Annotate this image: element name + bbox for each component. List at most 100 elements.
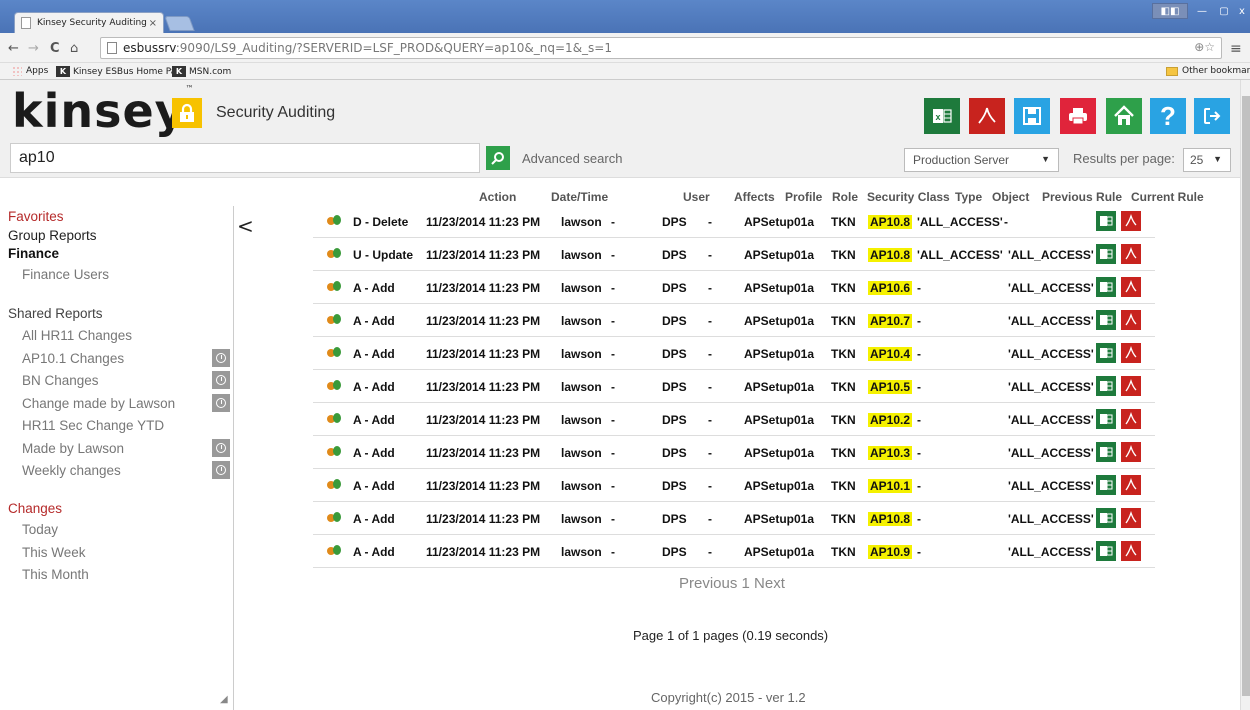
column-header[interactable]: Previous Rule bbox=[1042, 190, 1122, 204]
sidebar-item-finance[interactable]: Finance bbox=[8, 246, 59, 261]
row-pdf-button[interactable] bbox=[1121, 442, 1141, 462]
results-per-page-select[interactable]: 25 ▼ bbox=[1183, 148, 1231, 172]
logout-button[interactable] bbox=[1194, 98, 1230, 134]
server-select[interactable]: Production Server ▼ bbox=[904, 148, 1059, 172]
row-excel-button[interactable] bbox=[1096, 475, 1116, 495]
new-tab-button[interactable] bbox=[164, 16, 195, 31]
sidebar-item-finance-users[interactable]: Finance Users bbox=[22, 267, 109, 282]
print-button[interactable] bbox=[1060, 98, 1096, 134]
home-button[interactable] bbox=[1106, 98, 1142, 134]
sidebar-item-shared-report[interactable]: Change made by Lawson bbox=[22, 396, 175, 411]
back-icon[interactable]: ← bbox=[8, 41, 19, 56]
column-header[interactable]: Affects bbox=[734, 190, 775, 204]
forward-icon[interactable]: → bbox=[28, 41, 39, 56]
table-row[interactable]: U - Update 11/23/2014 11:23 PM lawson - … bbox=[313, 239, 1155, 271]
bookmark-esbus[interactable]: K Kinsey ESBus Home Pa... bbox=[56, 66, 185, 77]
reload-icon[interactable]: C bbox=[50, 41, 60, 56]
column-header[interactable]: Security Class bbox=[867, 190, 950, 204]
row-excel-button[interactable] bbox=[1096, 541, 1116, 561]
sidebar-item-today[interactable]: Today bbox=[22, 522, 58, 537]
sidebar-item-shared-report[interactable]: All HR11 Changes bbox=[22, 328, 132, 343]
search-input[interactable] bbox=[10, 143, 480, 173]
minimize-button[interactable]: — bbox=[1192, 3, 1212, 19]
sidebar-item-shared-report[interactable]: HR11 Sec Change YTD bbox=[22, 418, 164, 433]
column-header[interactable]: Current Rule bbox=[1131, 190, 1204, 204]
browser-tab[interactable]: Kinsey Security Auditing × bbox=[14, 12, 164, 33]
schedule-clock-icon[interactable] bbox=[212, 349, 230, 367]
column-header[interactable]: Profile bbox=[785, 190, 822, 204]
table-row[interactable]: A - Add 11/23/2014 11:23 PM lawson - DPS… bbox=[313, 404, 1155, 436]
row-excel-button[interactable] bbox=[1096, 277, 1116, 297]
table-row[interactable]: A - Add 11/23/2014 11:23 PM lawson - DPS… bbox=[313, 470, 1155, 502]
export-excel-button[interactable]: x bbox=[924, 98, 960, 134]
row-pdf-button[interactable] bbox=[1121, 343, 1141, 363]
row-pdf-button[interactable] bbox=[1121, 211, 1141, 231]
row-excel-button[interactable] bbox=[1096, 244, 1116, 264]
sidebar-heading-favorites[interactable]: Favorites bbox=[8, 209, 64, 224]
vertical-scrollbar[interactable] bbox=[1240, 80, 1250, 710]
address-bar[interactable]: esbussrv:9090/LS9_Auditing/?SERVERID=LSF… bbox=[100, 37, 1222, 59]
advanced-search-link[interactable]: Advanced search bbox=[522, 151, 622, 166]
row-excel-button[interactable] bbox=[1096, 376, 1116, 396]
bookmark-msn[interactable]: K MSN.com bbox=[172, 66, 231, 77]
row-excel-button[interactable] bbox=[1096, 310, 1116, 330]
sidebar-item-shared-report[interactable]: BN Changes bbox=[22, 373, 99, 388]
help-button[interactable]: ? bbox=[1150, 98, 1186, 134]
table-row[interactable]: A - Add 11/23/2014 11:23 PM lawson - DPS… bbox=[313, 305, 1155, 337]
row-excel-button[interactable] bbox=[1096, 343, 1116, 363]
window-close-button[interactable]: x bbox=[1234, 3, 1250, 19]
sidebar-item-group-reports[interactable]: Group Reports bbox=[8, 228, 97, 243]
table-row[interactable]: A - Add 11/23/2014 11:23 PM lawson - DPS… bbox=[313, 272, 1155, 304]
row-pdf-button[interactable] bbox=[1121, 376, 1141, 396]
sidebar-item-this-month[interactable]: This Month bbox=[22, 567, 89, 582]
row-excel-button[interactable] bbox=[1096, 508, 1116, 528]
schedule-clock-icon[interactable] bbox=[212, 461, 230, 479]
schedule-clock-icon[interactable] bbox=[212, 394, 230, 412]
schedule-clock-icon[interactable] bbox=[212, 371, 230, 389]
row-pdf-button[interactable] bbox=[1121, 541, 1141, 561]
column-header[interactable]: Role bbox=[832, 190, 858, 204]
column-header[interactable]: Action bbox=[479, 190, 516, 204]
row-pdf-button[interactable] bbox=[1121, 475, 1141, 495]
column-header[interactable]: Type bbox=[955, 190, 982, 204]
table-row[interactable]: A - Add 11/23/2014 11:23 PM lawson - DPS… bbox=[313, 503, 1155, 535]
sidebar-item-this-week[interactable]: This Week bbox=[22, 545, 86, 560]
collapse-sidebar-icon[interactable]: < bbox=[237, 214, 254, 238]
export-pdf-button[interactable] bbox=[969, 98, 1005, 134]
table-row[interactable]: A - Add 11/23/2014 11:23 PM lawson - DPS… bbox=[313, 536, 1155, 568]
bookmark-apps[interactable]: Apps bbox=[12, 66, 48, 76]
table-row[interactable]: A - Add 11/23/2014 11:23 PM lawson - DPS… bbox=[313, 437, 1155, 469]
save-button[interactable] bbox=[1014, 98, 1050, 134]
profile-badge[interactable]: ◧◧ bbox=[1152, 3, 1188, 19]
schedule-clock-icon[interactable] bbox=[212, 439, 230, 457]
row-excel-button[interactable] bbox=[1096, 442, 1116, 462]
scrollbar-thumb[interactable] bbox=[1242, 96, 1250, 696]
sidebar-heading-shared-reports[interactable]: Shared Reports bbox=[8, 306, 103, 321]
search-button[interactable] bbox=[486, 146, 510, 170]
row-excel-button[interactable] bbox=[1096, 211, 1116, 231]
sidebar-item-shared-report[interactable]: Weekly changes bbox=[22, 463, 121, 478]
resize-grip-icon[interactable]: ◢ bbox=[220, 694, 228, 705]
column-header[interactable]: User bbox=[683, 190, 710, 204]
row-excel-button[interactable] bbox=[1096, 409, 1116, 429]
table-row[interactable]: A - Add 11/23/2014 11:23 PM lawson - DPS… bbox=[313, 338, 1155, 370]
tab-close-icon[interactable]: × bbox=[149, 18, 157, 29]
row-pdf-button[interactable] bbox=[1121, 277, 1141, 297]
sidebar-heading-changes[interactable]: Changes bbox=[8, 501, 62, 516]
sidebar-item-shared-report[interactable]: Made by Lawson bbox=[22, 441, 124, 456]
sidebar-item-shared-report[interactable]: AP10.1 Changes bbox=[22, 351, 124, 366]
chrome-menu-icon[interactable]: ≡ bbox=[1230, 41, 1242, 57]
row-pdf-button[interactable] bbox=[1121, 409, 1141, 429]
column-header[interactable]: Date/Time bbox=[551, 190, 608, 204]
table-row[interactable]: D - Delete 11/23/2014 11:23 PM lawson - … bbox=[313, 206, 1155, 238]
row-pdf-button[interactable] bbox=[1121, 244, 1141, 264]
bookmark-other[interactable]: Other bookmarks bbox=[1166, 66, 1250, 76]
table-row[interactable]: A - Add 11/23/2014 11:23 PM lawson - DPS… bbox=[313, 371, 1155, 403]
column-header[interactable]: Object bbox=[992, 190, 1029, 204]
pagination[interactable]: Previous 1 Next bbox=[679, 575, 785, 592]
row-pdf-button[interactable] bbox=[1121, 508, 1141, 528]
bookmark-star-icon[interactable]: ⊕☆ bbox=[1194, 40, 1215, 54]
home-icon[interactable]: ⌂ bbox=[70, 41, 78, 56]
row-pdf-button[interactable] bbox=[1121, 310, 1141, 330]
maximize-button[interactable]: ▢ bbox=[1214, 3, 1234, 19]
